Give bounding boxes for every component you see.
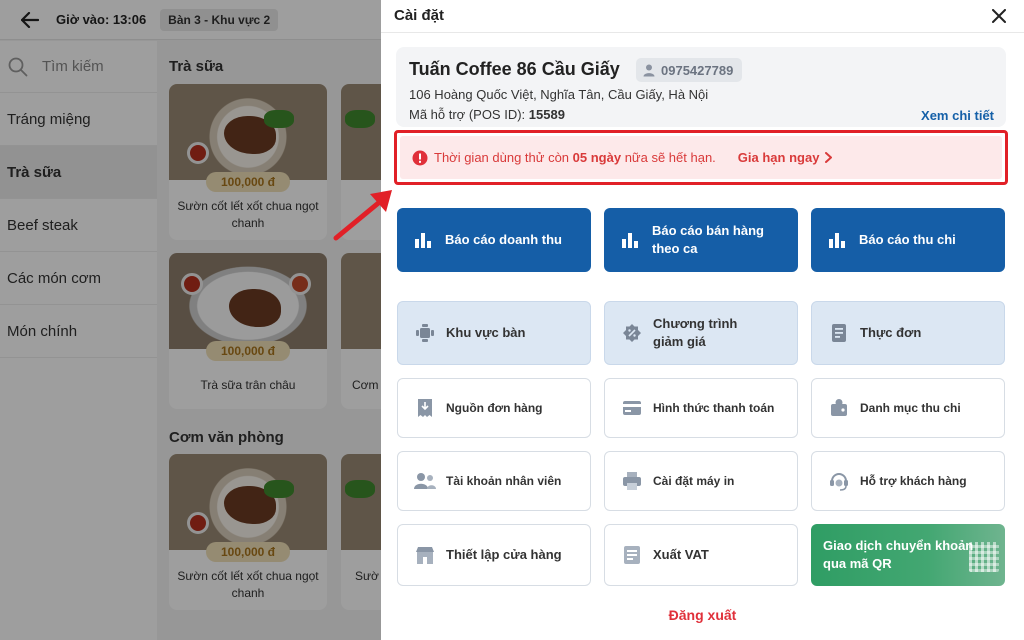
wallet-icon — [828, 397, 850, 419]
panel-title: Cài đặt — [394, 7, 445, 24]
menu-button[interactable]: Thực đơn — [811, 301, 1005, 365]
invoice-icon — [621, 544, 643, 566]
order-source-icon — [414, 397, 436, 419]
logout-button[interactable]: Đăng xuất — [381, 607, 1024, 623]
renew-button[interactable]: Gia hạn ngay — [738, 150, 833, 165]
payment-method-button[interactable]: Hình thức thanh toán — [604, 378, 798, 438]
qr-code-icon — [969, 542, 999, 572]
modal-backdrop[interactable] — [0, 0, 381, 640]
store-phone: 0975427789 — [661, 62, 734, 78]
report-revenue-button[interactable]: Báo cáo doanh thu — [397, 208, 591, 272]
discount-icon — [621, 322, 643, 344]
store-name: Tuấn Coffee 86 Cầu Giấy — [409, 59, 620, 79]
close-icon — [992, 9, 1006, 23]
annotation-arrow-icon — [333, 190, 392, 241]
store-info-card: Tuấn Coffee 86 Cầu Giấy 0975427789 106 H… — [396, 47, 1006, 127]
bar-chart-icon — [413, 229, 435, 251]
store-setup-button[interactable]: Thiết lập cửa hàng — [397, 524, 591, 586]
order-source-button[interactable]: Nguồn đơn hàng — [397, 378, 591, 438]
expense-category-button[interactable]: Danh mục thu chi — [811, 378, 1005, 438]
report-shift-sales-button[interactable]: Báo cáo bán hàng theo ca — [604, 208, 798, 272]
trial-alert: Thời gian dùng thử còn 05 ngày nữa sẽ hế… — [400, 136, 1002, 179]
store-icon — [414, 544, 436, 566]
trial-message: Thời gian dùng thử còn 05 ngày nữa sẽ hế… — [434, 150, 716, 165]
staff-icon — [414, 470, 436, 492]
printer-settings-button[interactable]: Cài đặt máy in — [604, 451, 798, 511]
staff-account-button[interactable]: Tài khoản nhân viên — [397, 451, 591, 511]
table-area-icon — [414, 322, 436, 344]
alert-icon — [412, 150, 428, 165]
trial-alert-highlight: Thời gian dùng thử còn 05 ngày nữa sẽ hế… — [394, 130, 1008, 185]
support-icon — [828, 470, 850, 492]
table-area-button[interactable]: Khu vực bàn — [397, 301, 591, 365]
menu-book-icon — [828, 322, 850, 344]
discount-program-button[interactable]: Chương trình giảm giá — [604, 301, 798, 365]
pos-id-label: Mã hỗ trợ (POS ID): — [409, 107, 526, 122]
user-icon — [643, 64, 655, 76]
phone-chip: 0975427789 — [636, 58, 743, 82]
settings-panel: Cài đặt Tuấn Coffee 86 Cầu Giấy 09754277… — [381, 0, 1024, 640]
close-button[interactable] — [988, 5, 1010, 27]
view-details-link[interactable]: Xem chi tiết — [921, 108, 994, 123]
customer-support-button[interactable]: Hỗ trợ khách hàng — [811, 451, 1005, 511]
bar-chart-icon — [620, 229, 642, 251]
pos-id-value: 15589 — [528, 107, 565, 122]
store-address: 106 Hoàng Quốc Việt, Nghĩa Tân, Cầu Giấy… — [409, 87, 709, 102]
bar-chart-icon — [827, 229, 849, 251]
qr-transfer-button[interactable]: Giao dịch chuyển khoản qua mã QR — [811, 524, 1005, 586]
export-vat-button[interactable]: Xuất VAT — [604, 524, 798, 586]
chevron-right-icon — [825, 152, 833, 163]
printer-icon — [621, 470, 643, 492]
pos-id-line: Mã hỗ trợ (POS ID): 15589 — [409, 107, 565, 122]
report-income-expense-button[interactable]: Báo cáo thu chi — [811, 208, 1005, 272]
trial-days: 05 ngày — [572, 150, 622, 165]
payment-card-icon — [621, 397, 643, 419]
panel-header: Cài đặt — [381, 0, 1024, 33]
